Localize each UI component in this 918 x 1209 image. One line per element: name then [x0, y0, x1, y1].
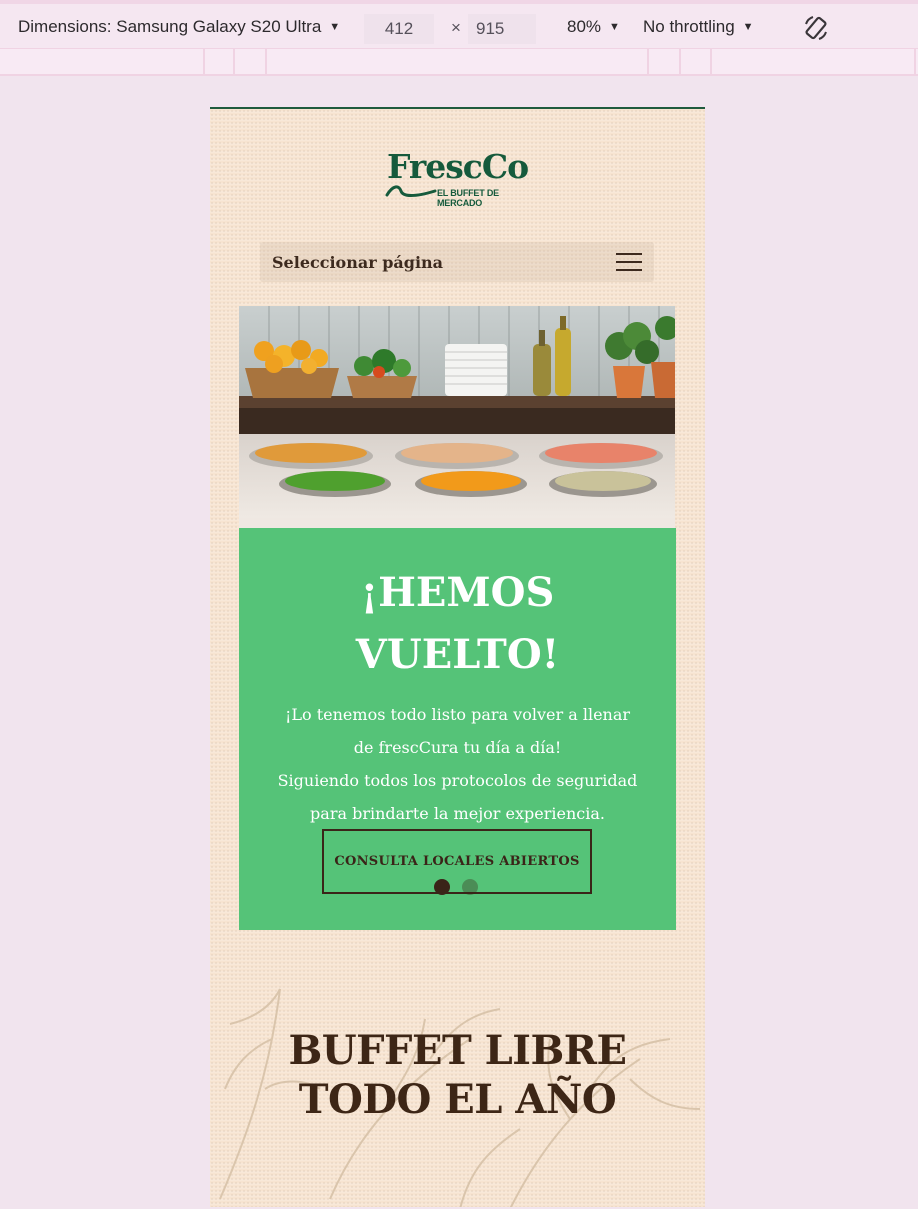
height-input[interactable]: 915 [468, 14, 536, 44]
section-title: BUFFET LIBRE TODO EL AÑO [210, 1026, 705, 1124]
zoom-dropdown[interactable]: 80% ▼ [567, 17, 620, 37]
site-logo[interactable]: FrescCo EL BUFFET DE MERCADO [385, 147, 535, 208]
hero-text-line4: para brindarte la mejor experiencia. [310, 804, 605, 823]
dimensions-dropdown[interactable]: Dimensions: Samsung Galaxy S20 Ultra ▼ [18, 17, 340, 37]
device-viewport: FrescCo EL BUFFET DE MERCADO Seleccionar… [210, 107, 705, 1207]
zoom-label: 80% [567, 17, 602, 36]
rotate-icon [805, 16, 827, 40]
hero-image [239, 306, 675, 528]
hero-slide: ¡HEMOS VUELTO! ¡Lo tenemos todo listo pa… [239, 528, 676, 930]
caret-down-icon: ▼ [609, 21, 620, 33]
hero-title: ¡HEMOS VUELTO! [239, 562, 676, 686]
page-select-label: Seleccionar página [272, 252, 444, 272]
hero-text-line2: de frescCura tu día a día! [353, 738, 562, 757]
dimensions-label: Dimensions: Samsung Galaxy S20 Ultra [18, 17, 322, 36]
hero-description: ¡Lo tenemos todo listo para volver a lle… [239, 698, 676, 830]
throttling-dropdown[interactable]: No throttling ▼ [643, 17, 754, 37]
hero-title-line2: VUELTO! [355, 631, 560, 678]
hamburger-menu-icon[interactable] [616, 253, 642, 271]
hero-text-line3: Siguiendo todos los protocolos de seguri… [277, 771, 638, 790]
logo-tagline: EL BUFFET DE MERCADO [437, 188, 499, 208]
hero-title-line1: ¡HEMOS [360, 569, 555, 616]
caret-down-icon: ▼ [329, 21, 341, 33]
device-toolbar: Dimensions: Samsung Galaxy S20 Ultra ▼ 4… [0, 0, 918, 48]
hero-text-line1: ¡Lo tenemos todo listo para volver a lle… [284, 705, 631, 724]
logo-swash-icon [385, 185, 437, 197]
media-query-ruler [0, 48, 918, 76]
caret-down-icon: ▼ [742, 21, 754, 33]
page-select-menu[interactable]: Seleccionar página [260, 242, 654, 282]
throttling-label: No throttling [643, 17, 735, 36]
times-separator: × [451, 18, 461, 37]
rotate-button[interactable] [802, 14, 830, 42]
section-title-line1: BUFFET LIBRE [288, 1027, 627, 1074]
open-locations-button[interactable]: CONSULTA LOCALES ABIERTOS [322, 829, 592, 894]
slider-dot-2[interactable] [462, 879, 478, 895]
width-input[interactable]: 412 [364, 14, 434, 44]
section-title-line2: TODO EL AÑO [298, 1076, 617, 1123]
slider-dot-1[interactable] [434, 879, 450, 895]
